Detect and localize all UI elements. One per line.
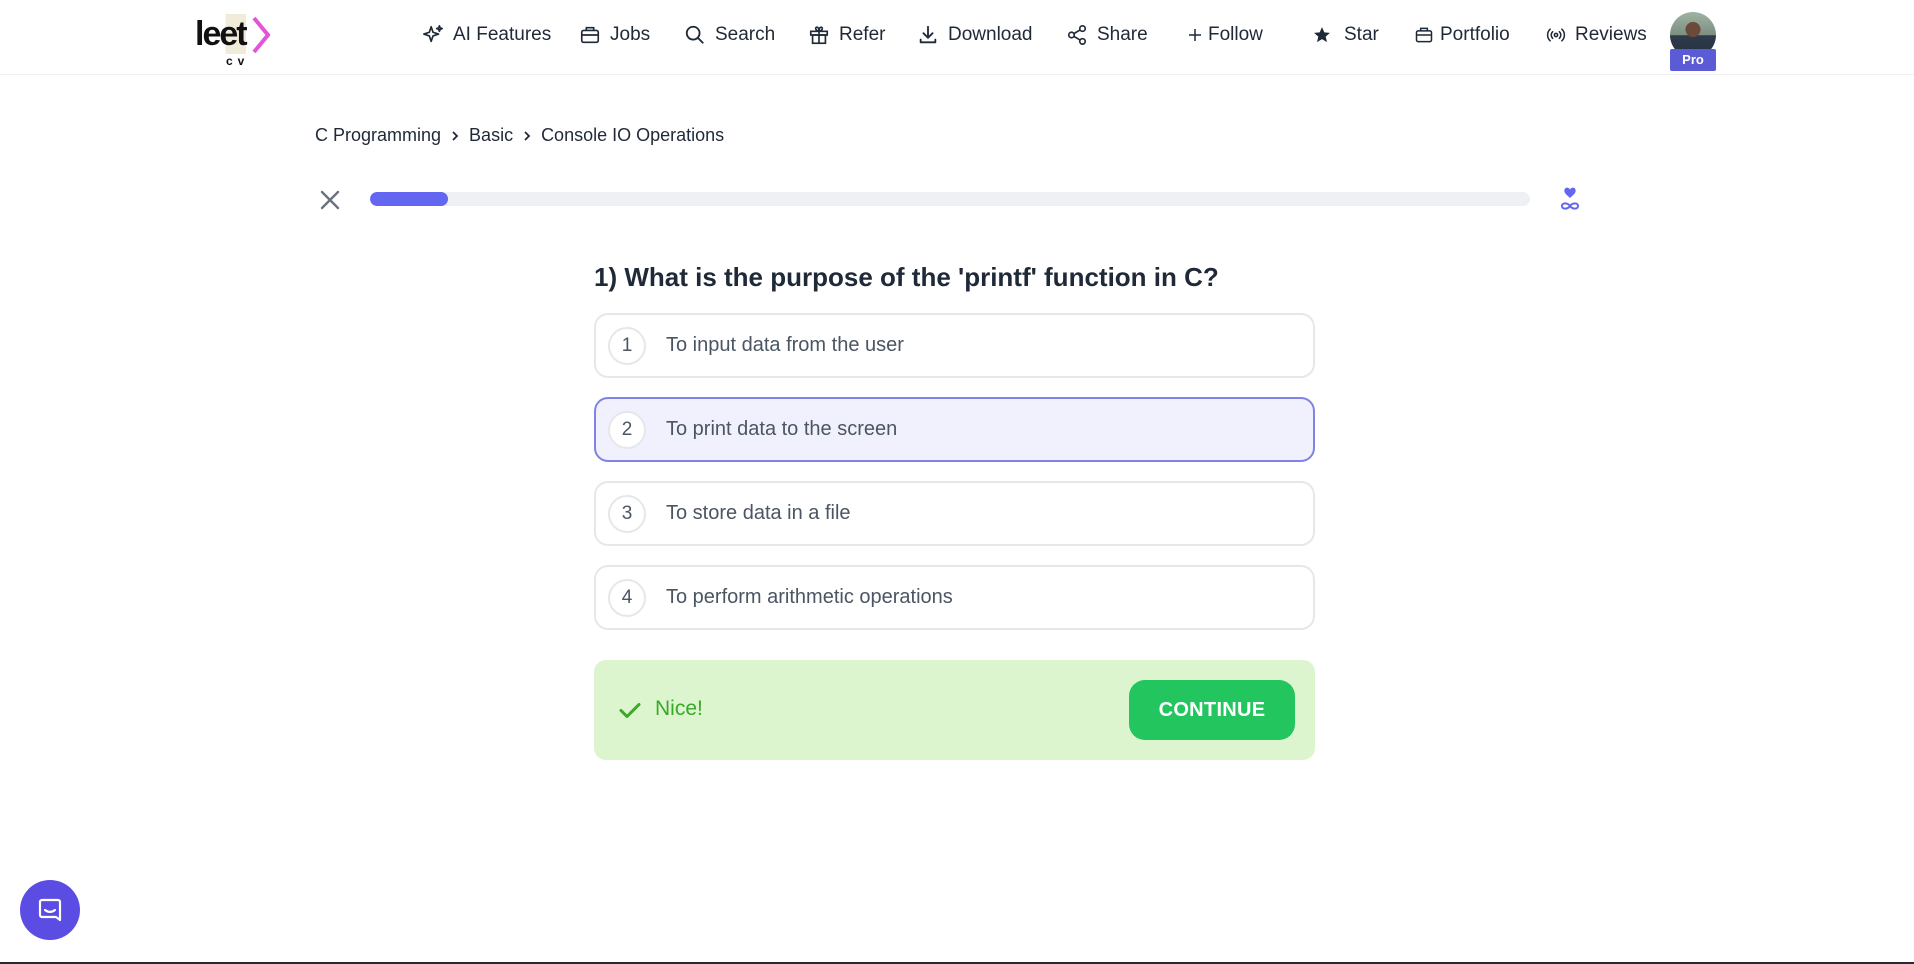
nav-refer[interactable]: Refer bbox=[808, 22, 885, 48]
answer-option-4[interactable]: 4 To perform arithmetic operations bbox=[594, 565, 1315, 630]
chevron-right-icon bbox=[524, 130, 531, 141]
option-text: To input data from the user bbox=[666, 334, 904, 356]
breadcrumb-item-basic[interactable]: Basic bbox=[469, 125, 513, 146]
search-icon bbox=[685, 25, 704, 44]
quiz-progress-fill bbox=[370, 192, 448, 206]
option-number: 3 bbox=[608, 494, 646, 533]
answer-feedback-banner: Nice! CONTINUE bbox=[594, 660, 1315, 760]
breadcrumb: C Programming Basic Console IO Operation… bbox=[315, 125, 724, 146]
nav-follow-label: Follow bbox=[1208, 24, 1263, 45]
top-header: leet cv AI Features Jobs Search Refer Do… bbox=[0, 0, 1914, 75]
user-menu[interactable]: Pro bbox=[1670, 12, 1716, 72]
download-icon bbox=[919, 25, 937, 44]
nav-ai-features-label: AI Features bbox=[453, 24, 552, 45]
close-icon[interactable] bbox=[316, 186, 344, 214]
chat-icon bbox=[38, 898, 62, 922]
option-number: 1 bbox=[608, 326, 646, 365]
gift-icon bbox=[809, 26, 829, 45]
question-title: 1) What is the purpose of the 'printf' f… bbox=[594, 262, 1219, 292]
page: leet cv AI Features Jobs Search Refer Do… bbox=[0, 0, 1914, 964]
heart-infinity-icon bbox=[1560, 187, 1580, 210]
broadcast-icon bbox=[1546, 28, 1566, 42]
quiz-progress-bar bbox=[370, 192, 1530, 206]
option-number: 4 bbox=[608, 578, 646, 617]
feedback-message: Nice! bbox=[655, 697, 703, 720]
nav-ai-features[interactable]: AI Features bbox=[422, 22, 551, 48]
plus-icon bbox=[1189, 29, 1201, 41]
nav-star[interactable]: Star bbox=[1312, 22, 1379, 48]
option-text: To print data to the screen bbox=[666, 418, 898, 440]
nav-jobs[interactable]: Jobs bbox=[579, 22, 650, 48]
nav-star-label: Star bbox=[1344, 24, 1379, 45]
answer-options: 1 To input data from the user 2 To print… bbox=[594, 313, 1315, 649]
nav-reviews-label: Reviews bbox=[1575, 24, 1647, 45]
briefcase-icon bbox=[580, 26, 600, 44]
nav-download-label: Download bbox=[948, 24, 1033, 45]
main-nav: AI Features Jobs Search Refer Download S… bbox=[0, 0, 1914, 70]
option-text: To store data in a file bbox=[666, 502, 851, 524]
nav-search-label: Search bbox=[715, 24, 776, 45]
nav-jobs-label: Jobs bbox=[610, 24, 651, 45]
nav-portfolio[interactable]: Portfolio bbox=[1414, 22, 1510, 48]
breadcrumb-item-c-programming[interactable]: C Programming bbox=[315, 125, 441, 146]
nav-search[interactable]: Search bbox=[684, 22, 775, 48]
nav-portfolio-label: Portfolio bbox=[1440, 24, 1510, 45]
star-icon bbox=[1314, 27, 1330, 43]
nav-follow[interactable]: Follow bbox=[1186, 22, 1263, 48]
chevron-right-icon bbox=[452, 130, 459, 141]
nav-refer-label: Refer bbox=[839, 24, 886, 45]
nav-share[interactable]: Share bbox=[1066, 22, 1148, 48]
continue-button[interactable]: CONTINUE bbox=[1129, 680, 1295, 740]
pro-badge: Pro bbox=[1670, 49, 1716, 71]
breadcrumb-item-console-io[interactable]: Console IO Operations bbox=[541, 125, 724, 146]
nav-reviews[interactable]: Reviews bbox=[1546, 22, 1647, 48]
sparkle-icon bbox=[423, 25, 443, 43]
nav-share-label: Share bbox=[1097, 24, 1148, 45]
chat-launcher-button[interactable] bbox=[20, 880, 80, 940]
nav-download[interactable]: Download bbox=[917, 22, 1033, 48]
answer-option-3[interactable]: 3 To store data in a file bbox=[594, 481, 1315, 546]
option-number: 2 bbox=[608, 410, 646, 449]
option-text: To perform arithmetic operations bbox=[666, 586, 953, 608]
checkmark-icon bbox=[619, 703, 641, 718]
portfolio-icon bbox=[1415, 27, 1433, 43]
share-icon bbox=[1067, 25, 1087, 45]
answer-option-2[interactable]: 2 To print data to the screen bbox=[594, 397, 1315, 462]
answer-option-1[interactable]: 1 To input data from the user bbox=[594, 313, 1315, 378]
